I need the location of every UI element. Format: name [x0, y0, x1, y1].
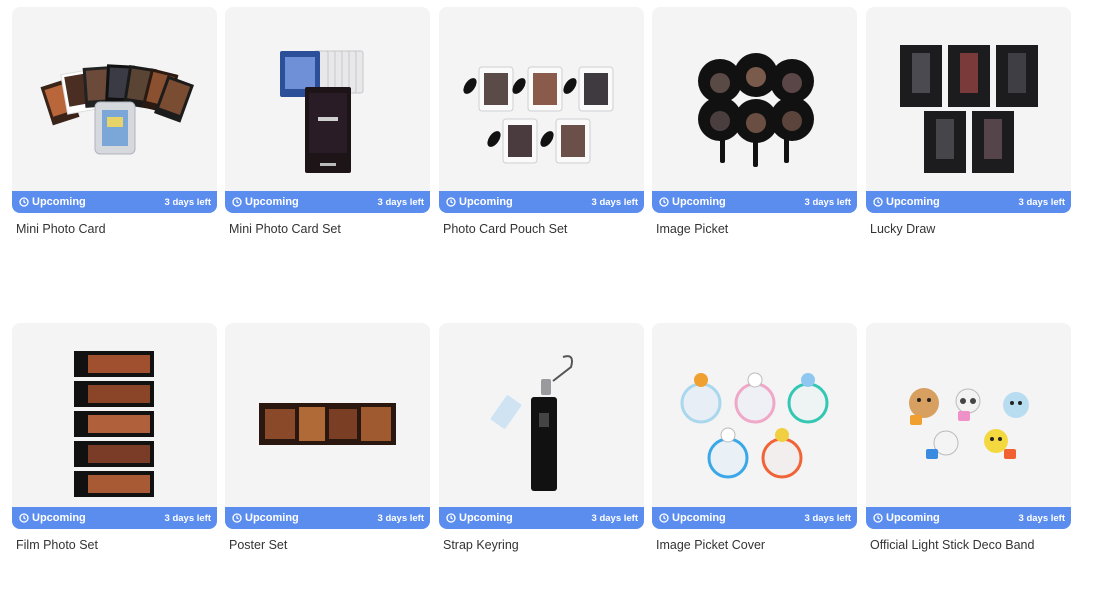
- product-thumbnail[interactable]: [652, 7, 857, 213]
- product-thumbnail[interactable]: [225, 7, 430, 213]
- days-left-label: 3 days left: [164, 512, 211, 524]
- days-left-label: 3 days left: [377, 512, 424, 524]
- product-thumbnail[interactable]: [12, 7, 217, 213]
- clock-icon: [659, 513, 669, 523]
- status-bar: Upcoming 3 days left: [12, 507, 217, 529]
- status-bar: Upcoming 3 days left: [225, 507, 430, 529]
- days-left-label: 3 days left: [804, 196, 851, 208]
- days-left-label: 3 days left: [1018, 196, 1065, 208]
- status-bar: Upcoming 3 days left: [439, 191, 644, 213]
- status-bar: Upcoming 3 days left: [866, 191, 1071, 213]
- clock-icon: [873, 513, 883, 523]
- status-label: Upcoming: [672, 512, 726, 524]
- product-title[interactable]: Strap Keyring: [443, 538, 519, 552]
- clock-icon: [659, 197, 669, 207]
- product-title[interactable]: Lucky Draw: [870, 222, 935, 236]
- product-title[interactable]: Photo Card Pouch Set: [443, 222, 567, 236]
- lucky-draw-cards-image: [900, 45, 1038, 173]
- status-label: Upcoming: [886, 196, 940, 208]
- clock-icon: [873, 197, 883, 207]
- days-left-label: 3 days left: [377, 196, 424, 208]
- strap-keyring-image: [490, 355, 573, 491]
- status-label: Upcoming: [672, 196, 726, 208]
- status-label: Upcoming: [459, 196, 513, 208]
- product-thumbnail[interactable]: [866, 7, 1071, 213]
- clock-icon: [446, 513, 456, 523]
- product-thumbnail[interactable]: [652, 323, 857, 529]
- poster-image: [259, 403, 396, 445]
- product-thumbnail[interactable]: [12, 323, 217, 529]
- clock-icon: [232, 197, 242, 207]
- status-label: Upcoming: [32, 196, 86, 208]
- picket-covers-image: [680, 372, 829, 479]
- clock-icon: [232, 513, 242, 523]
- film-strips-image: [74, 351, 154, 497]
- status-bar: Upcoming 3 days left: [439, 507, 644, 529]
- hand-fan-pickets-image: [698, 53, 814, 167]
- status-bar: Upcoming 3 days left: [866, 507, 1071, 529]
- product-thumbnail[interactable]: [225, 323, 430, 529]
- product-title[interactable]: Film Photo Set: [16, 538, 98, 552]
- days-left-label: 3 days left: [164, 196, 211, 208]
- product-thumbnail[interactable]: [439, 323, 644, 529]
- status-label: Upcoming: [245, 196, 299, 208]
- status-bar: Upcoming 3 days left: [652, 507, 857, 529]
- clock-icon: [446, 197, 456, 207]
- days-left-label: 3 days left: [591, 512, 638, 524]
- pouch-set-image: [463, 66, 614, 164]
- clock-icon: [19, 197, 29, 207]
- character-deco-bands-image: [909, 388, 1029, 459]
- product-title[interactable]: Official Light Stick Deco Band: [870, 538, 1034, 552]
- status-label: Upcoming: [32, 512, 86, 524]
- days-left-label: 3 days left: [804, 512, 851, 524]
- status-bar: Upcoming 3 days left: [225, 191, 430, 213]
- days-left-label: 3 days left: [591, 196, 638, 208]
- product-title[interactable]: Poster Set: [229, 538, 287, 552]
- product-title[interactable]: Image Picket: [656, 222, 728, 236]
- status-label: Upcoming: [245, 512, 299, 524]
- product-title[interactable]: Mini Photo Card: [16, 222, 106, 236]
- product-title[interactable]: Mini Photo Card Set: [229, 222, 341, 236]
- photo-card-set-box-image: [280, 50, 364, 173]
- days-left-label: 3 days left: [1018, 512, 1065, 524]
- product-thumbnail[interactable]: [866, 323, 1071, 529]
- status-label: Upcoming: [886, 512, 940, 524]
- product-thumbnail[interactable]: [439, 7, 644, 213]
- status-label: Upcoming: [459, 512, 513, 524]
- photo-cards-fan-image: [40, 64, 194, 155]
- status-bar: Upcoming 3 days left: [12, 191, 217, 213]
- status-bar: Upcoming 3 days left: [652, 191, 857, 213]
- product-title[interactable]: Image Picket Cover: [656, 538, 765, 552]
- clock-icon: [19, 513, 29, 523]
